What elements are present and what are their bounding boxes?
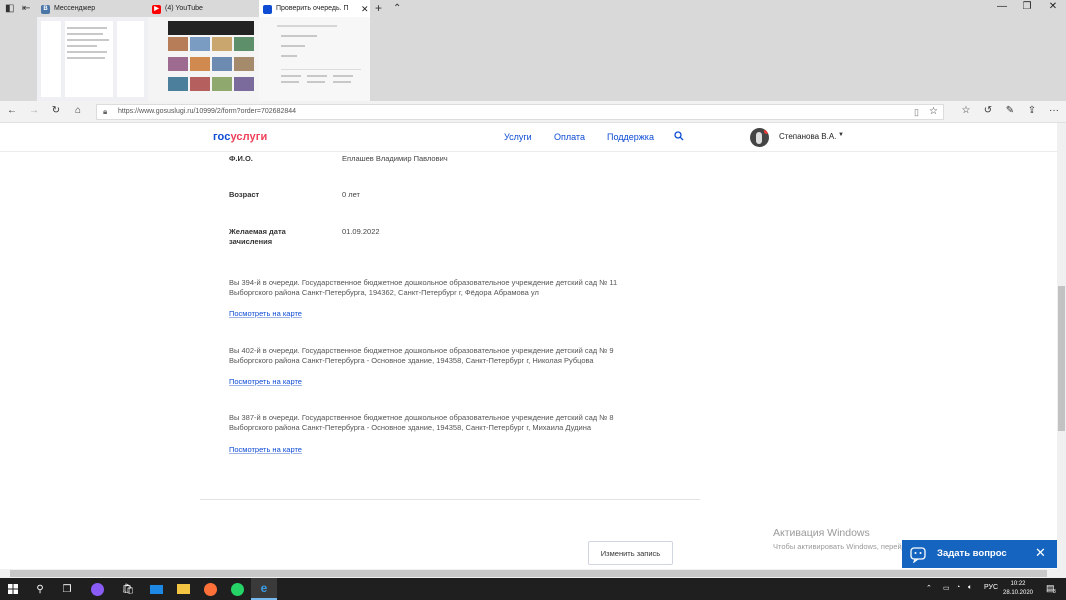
back-icon[interactable]: ← — [5, 105, 19, 116]
logo-part-gos: гос — [213, 131, 231, 143]
queue-item-text: Вы 394-й в очереди. Государственное бюдж… — [229, 278, 618, 297]
chat-bot-icon — [910, 547, 926, 563]
tab-preview — [148, 17, 259, 101]
queue-item-text: Вы 402-й в очереди. Государственное бюдж… — [229, 346, 614, 365]
notification-count: 3 — [1053, 589, 1056, 595]
fio-value: Еплашев Владимир Павлович — [342, 154, 448, 163]
clock[interactable]: 10:22 28.10.2020 — [1000, 580, 1036, 598]
reading-view-icon[interactable]: ▯ — [914, 105, 919, 119]
tab-title: Проверить очередь. П — [276, 5, 349, 12]
browser-toolbar: ← → ↻ ⌂ 🔒︎ https://www.gosuslugi.ru/1099… — [0, 101, 1066, 123]
age-label: Возраст — [229, 190, 260, 199]
time: 10:22 — [1010, 581, 1026, 587]
nav-payment[interactable]: Оплата — [554, 132, 585, 142]
avatar[interactable] — [750, 128, 769, 147]
edge-icon[interactable]: e — [251, 578, 277, 600]
view-on-map-link[interactable]: Посмотреть на карте — [229, 309, 302, 318]
search-icon[interactable] — [674, 131, 684, 141]
url-text: https://www.gosuslugi.ru/10999/2/form?or… — [118, 108, 297, 115]
tab-youtube[interactable]: ▶ (4) YouTube — [148, 0, 259, 101]
horizontal-scrollbar[interactable] — [0, 569, 1066, 578]
nav-support[interactable]: Поддержка — [607, 132, 654, 142]
pen-icon[interactable]: ✎ — [1003, 105, 1017, 116]
whatsapp-icon[interactable] — [224, 578, 250, 600]
ask-question-widget[interactable]: Задать вопрос ✕ — [902, 540, 1057, 568]
mail-icon[interactable] — [143, 578, 169, 600]
tab-title: Мессенджер — [54, 5, 96, 12]
vk-icon: В — [41, 4, 50, 14]
tab-previews-toggle-icon[interactable]: ⌃ — [393, 3, 401, 14]
change-record-button[interactable]: Изменить запись — [588, 541, 673, 565]
start-icon[interactable] — [0, 578, 26, 600]
close-tab-icon[interactable]: ✕ — [361, 3, 368, 15]
set-aside-tabs-icon[interactable]: ⇤ — [22, 3, 30, 14]
gosuslugi-logo[interactable]: госуслуги — [213, 131, 267, 143]
tab-messenger[interactable]: В Мессенджер — [37, 0, 148, 101]
notification-dot — [764, 129, 769, 134]
user-name[interactable]: Степанова В.А. — [779, 132, 836, 141]
site-header: госуслуги Услуги Оплата Поддержка Степан… — [0, 123, 1057, 152]
more-icon[interactable]: ··· — [1047, 105, 1061, 116]
logo-part-uslugi: услуги — [230, 131, 268, 143]
favorites-icon[interactable]: ☆ — [959, 105, 973, 116]
vertical-scrollbar[interactable] — [1057, 123, 1066, 569]
view-on-map-link[interactable]: Посмотреть на карте — [229, 445, 302, 454]
network-icon[interactable]: ◔ — [956, 584, 960, 591]
nav-services[interactable]: Услуги — [504, 132, 532, 142]
address-bar[interactable]: 🔒︎ https://www.gosuslugi.ru/10999/2/form… — [96, 104, 944, 120]
fio-label: Ф.И.О. — [229, 154, 253, 163]
date: 28.10.2020 — [1002, 590, 1034, 596]
chevron-down-icon[interactable]: ▼ — [838, 132, 844, 138]
forward-icon[interactable]: → — [27, 105, 41, 116]
enrollment-date-value: 01.09.2022 — [342, 227, 380, 236]
favorite-star-icon[interactable]: ☆ — [929, 105, 938, 119]
close-icon[interactable]: ✕ — [1035, 545, 1046, 561]
home-icon[interactable]: ⌂ — [71, 105, 85, 116]
browser-tab-strip: ◧ ⇤ В Мессенджер ▶ (4) YouTube Проверить… — [0, 0, 1066, 101]
history-icon[interactable]: ↺ — [981, 105, 995, 116]
activation-title: Активация Windows — [773, 527, 870, 539]
language-indicator[interactable]: РУС — [984, 584, 998, 591]
section-divider — [200, 499, 700, 500]
task-view-icon[interactable]: ❒ — [54, 578, 80, 600]
store-icon[interactable]: 🛍︎ — [115, 578, 141, 600]
view-on-map-link[interactable]: Посмотреть на карте — [229, 377, 302, 386]
volume-icon[interactable]: 🔈︎ — [968, 584, 972, 592]
alice-icon[interactable] — [84, 578, 110, 600]
maximize-icon[interactable]: ❐ — [1017, 1, 1037, 12]
new-tab-icon[interactable]: + — [375, 1, 382, 15]
windows-taskbar: ⚲ ❒ 🛍︎ e ⌃ ▭ ◔ 🔈︎ РУС 10:22 28.10.2020 ▤… — [0, 578, 1066, 600]
share-icon[interactable]: ⇪ — [1025, 105, 1039, 116]
tab-gosuslugi[interactable]: Проверить очередь. П ✕ — [259, 0, 370, 101]
firefox-icon[interactable] — [197, 578, 223, 600]
ask-question-label: Задать вопрос — [937, 548, 1007, 559]
lock-icon: 🔒︎ — [103, 107, 108, 116]
main-content: Ф.И.О. Еплашев Владимир Павлович Возраст… — [0, 152, 1057, 570]
file-explorer-icon[interactable] — [170, 578, 196, 600]
enrollment-date-label: Желаемая дата зачисления — [229, 227, 286, 246]
battery-icon[interactable]: ▭ — [943, 584, 950, 592]
refresh-icon[interactable]: ↻ — [49, 105, 63, 116]
youtube-icon: ▶ — [152, 4, 161, 14]
queue-item-text: Вы 387-й в очереди. Государственное бюдж… — [229, 413, 614, 432]
tab-preview — [259, 17, 370, 101]
gosuslugi-icon — [263, 4, 272, 14]
search-icon[interactable]: ⚲ — [27, 578, 53, 600]
tab-actions-icon[interactable]: ◧ — [5, 3, 14, 14]
close-window-icon[interactable]: ✕ — [1043, 1, 1063, 12]
tab-preview — [37, 17, 148, 101]
age-value: 0 лет — [342, 190, 360, 199]
minimize-icon[interactable]: — — [992, 1, 1012, 12]
chevron-up-icon[interactable]: ⌃ — [926, 584, 932, 592]
tab-title: (4) YouTube — [165, 5, 203, 12]
